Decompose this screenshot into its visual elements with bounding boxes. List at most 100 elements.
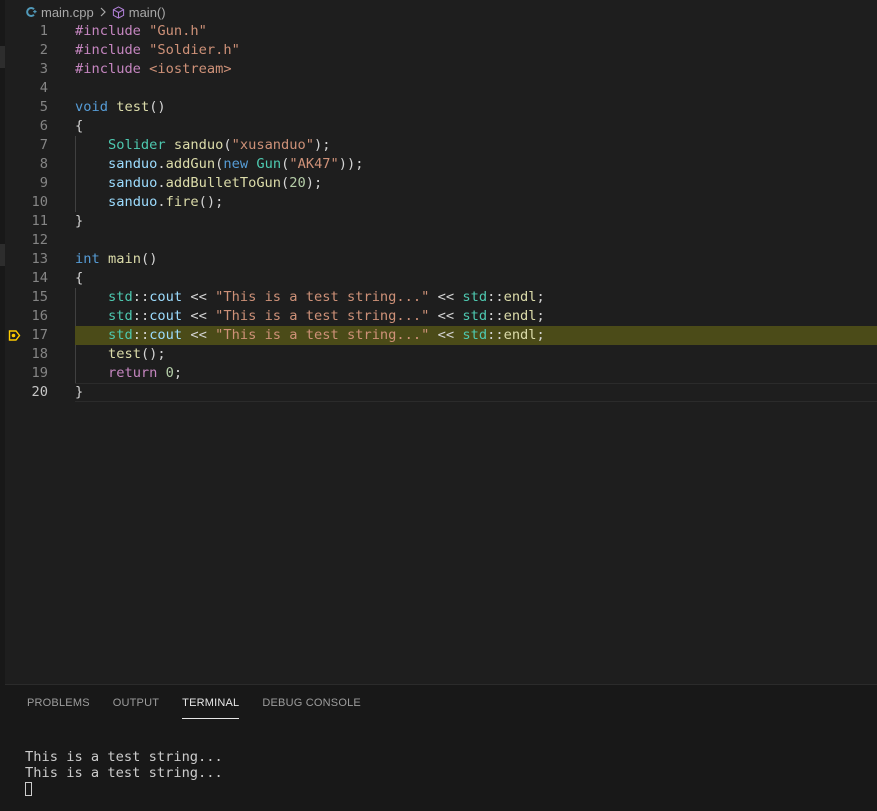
code-token: "This is a test string..."	[215, 327, 430, 343]
terminal-line: This is a test string...	[25, 765, 223, 781]
code-token: endl	[503, 327, 537, 343]
code-token: std	[462, 289, 488, 305]
chevron-right-icon	[98, 7, 108, 17]
code-token: std	[107, 289, 133, 305]
line-number: 17	[31, 327, 48, 343]
code-token: endl	[503, 289, 537, 305]
code-line[interactable]: 11}	[5, 212, 877, 231]
code-token: ()	[140, 251, 158, 267]
code-token: ::	[487, 308, 504, 324]
code-line[interactable]: 1 #include "Gun.h"	[5, 22, 877, 41]
terminal[interactable]: This is a test string... This is a test s…	[25, 749, 223, 797]
line-code: sanduo.addGun(new Gun("AK47"));	[75, 155, 877, 174]
code-line[interactable]: 16 std::cout << "This is a test string..…	[5, 307, 877, 326]
line-code: sanduo.fire();	[75, 193, 877, 212]
code-token: ::	[132, 289, 150, 305]
code-token: std	[107, 308, 133, 324]
code-line[interactable]: 13 int main()	[5, 250, 877, 269]
code-token: new	[223, 156, 249, 172]
code-token: 20	[289, 175, 306, 191]
code-token: "This is a test string..."	[215, 289, 430, 305]
code-line[interactable]: 5 void test()	[5, 98, 877, 117]
code-line[interactable]: 2 #include "Soldier.h"	[5, 41, 877, 60]
terminal-cursor	[25, 782, 32, 796]
editor[interactable]: main.cpp main() 1 #include "Gun.h" 2 #inclu…	[5, 0, 877, 684]
code-token: ;	[536, 289, 545, 305]
code-token: "AK47"	[289, 156, 339, 172]
line-code: std::cout << "This is a test string..." …	[75, 307, 877, 326]
line-number: 15	[31, 289, 48, 305]
code-token: std	[107, 327, 133, 343]
line-code: {	[75, 269, 877, 288]
code-area[interactable]: 1 #include "Gun.h" 2 #include "Soldier.h" 3 #…	[5, 22, 877, 402]
line-number: 6	[39, 118, 48, 134]
code-token: int	[75, 251, 100, 267]
code-line[interactable]: 4	[5, 79, 877, 98]
cpp-file-icon	[25, 6, 37, 18]
line-code: std::cout << "This is a test string..." …	[75, 326, 877, 345]
code-token: "xusanduo"	[231, 137, 315, 153]
code-token: }	[75, 213, 84, 229]
code-line[interactable]: 3 #include <iostream>	[5, 60, 877, 79]
tab-output[interactable]: OUTPUT	[113, 685, 159, 721]
code-token: "This is a test string..."	[215, 308, 430, 324]
tab-debug-console[interactable]: DEBUG CONSOLE	[262, 685, 361, 721]
line-number: 10	[31, 194, 48, 210]
code-token: <<	[429, 308, 463, 324]
code-token: .	[157, 175, 166, 191]
code-line[interactable]: 15 std::cout << "This is a test string..…	[5, 288, 877, 307]
code-token: sanduo	[107, 175, 158, 191]
code-line[interactable]: 9 sanduo.addBulletToGun(20);	[5, 174, 877, 193]
code-line[interactable]: 17 std::cout << "This is a test string..…	[5, 326, 877, 345]
line-code: {	[75, 117, 877, 136]
line-number: 4	[39, 80, 48, 96]
code-token: ::	[132, 327, 150, 343]
code-line[interactable]: 20}	[5, 383, 877, 402]
code-line[interactable]: 18 test();	[5, 345, 877, 364]
line-code: }	[75, 212, 877, 231]
line-code: int main()	[75, 250, 877, 269]
code-token: ));	[338, 156, 364, 172]
tab-problems[interactable]: PROBLEMS	[27, 685, 90, 721]
code-token: void	[75, 99, 108, 115]
tab-terminal[interactable]: TERMINAL	[182, 685, 240, 721]
code-line[interactable]: 7 Solider sanduo("xusanduo");	[5, 136, 877, 155]
code-token: #include	[75, 23, 150, 39]
line-number: 18	[31, 346, 48, 362]
code-line[interactable]: 8 sanduo.addGun(new Gun("AK47"));	[5, 155, 877, 174]
code-token: test	[116, 99, 150, 115]
code-token: );	[305, 175, 323, 191]
line-code: void test()	[75, 98, 877, 117]
code-token: sanduo	[107, 156, 158, 172]
code-token: Gun	[256, 156, 282, 172]
code-token: 0	[165, 365, 174, 381]
code-token: <iostream>	[149, 61, 232, 77]
code-line[interactable]: 6{	[5, 117, 877, 136]
code-line[interactable]: 14 {	[5, 269, 877, 288]
code-token: <<	[429, 289, 463, 305]
code-token: ::	[487, 289, 504, 305]
code-token: "Soldier.h"	[149, 42, 240, 58]
breadcrumb-file[interactable]: main.cpp	[41, 5, 94, 20]
line-number: 14	[31, 270, 48, 286]
code-token: addBulletToGun	[165, 175, 282, 191]
code-token: ;	[536, 327, 545, 343]
code-line[interactable]: 19 return 0;	[5, 364, 877, 383]
code-line[interactable]: 10 sanduo.fire();	[5, 193, 877, 212]
code-line[interactable]: 12	[5, 231, 877, 250]
code-token: cout	[149, 308, 183, 324]
code-token: (	[223, 137, 232, 153]
line-number: 13	[31, 251, 48, 267]
breadcrumb-symbol[interactable]: main()	[129, 5, 166, 20]
code-token: ::	[487, 327, 504, 343]
code-token: std	[462, 308, 488, 324]
code-token: main	[107, 251, 141, 267]
code-token: ::	[132, 308, 150, 324]
code-token: ;	[173, 365, 183, 381]
